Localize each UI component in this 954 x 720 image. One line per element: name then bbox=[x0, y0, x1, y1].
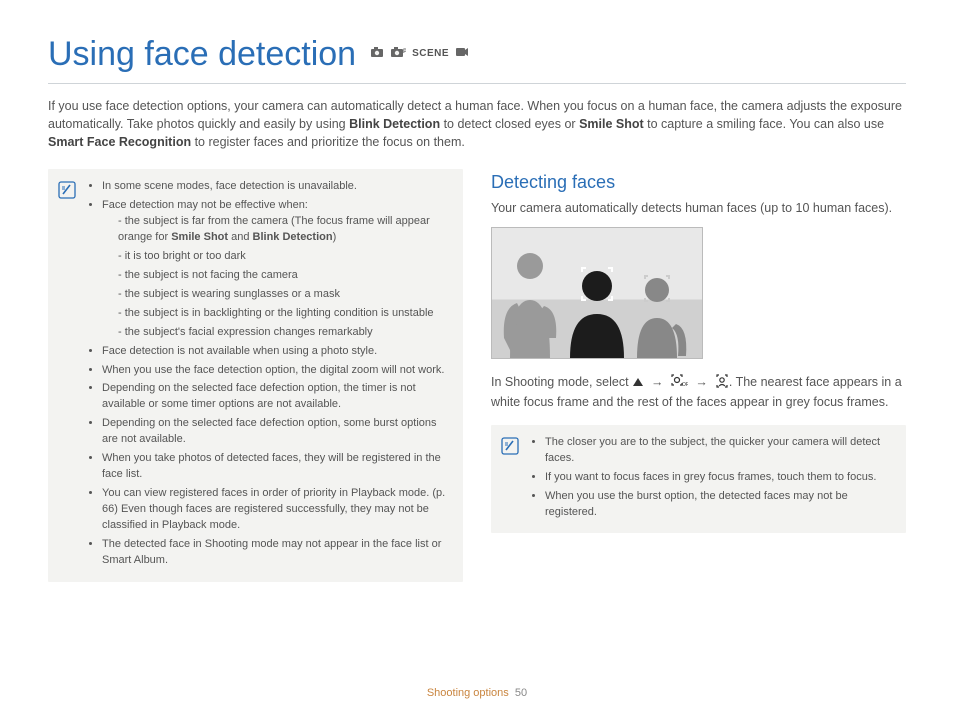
note-item: When you take photos of detected faces, … bbox=[102, 451, 449, 483]
scene-icon: SCENE bbox=[412, 47, 449, 62]
note-item: If you want to focus faces in grey focus… bbox=[545, 470, 892, 486]
note-subitem: the subject is in backlighting or the li… bbox=[118, 306, 449, 322]
note-item: When you use the burst option, the detec… bbox=[545, 489, 892, 521]
note-item: You can view registered faces in order o… bbox=[102, 486, 449, 534]
page-title: Using face detection P SCENE bbox=[48, 30, 906, 79]
mode-icons: P SCENE bbox=[370, 46, 469, 64]
right-note-content: The closer you are to the subject, the q… bbox=[529, 435, 892, 524]
note-subitem: the subject is not facing the camera bbox=[118, 268, 449, 284]
intro-paragraph: If you use face detection options, your … bbox=[48, 97, 906, 151]
note-item: Depending on the selected face defection… bbox=[102, 381, 449, 413]
note-subitem: the subject is far from the camera (The … bbox=[118, 214, 449, 246]
note-icon bbox=[501, 437, 519, 455]
footer-section: Shooting options bbox=[427, 687, 509, 699]
section-lead: Your camera automatically detects human … bbox=[491, 199, 906, 217]
video-icon bbox=[455, 46, 469, 64]
step-instruction: In Shooting mode, select → OFF → . The n… bbox=[491, 373, 906, 410]
note-item: Face detection may not be effective when… bbox=[102, 198, 449, 341]
camera-plus-icon: P bbox=[390, 46, 406, 64]
note-item: Face detection is not available when usi… bbox=[102, 344, 449, 360]
footer-page-number: 50 bbox=[515, 687, 527, 699]
page-footer: Shooting options 50 bbox=[0, 686, 954, 702]
camera-icon bbox=[370, 46, 384, 64]
note-item: The closer you are to the subject, the q… bbox=[545, 435, 892, 467]
left-note-content: In some scene modes, face detection is u… bbox=[86, 179, 449, 572]
note-subitem: the subject is wearing sunglasses or a m… bbox=[118, 287, 449, 303]
left-note-box: In some scene modes, face detection is u… bbox=[48, 169, 463, 582]
right-note-box: The closer you are to the subject, the q… bbox=[491, 425, 906, 534]
left-column: In some scene modes, face detection is u… bbox=[48, 169, 463, 582]
right-column: Detecting faces Your camera automaticall… bbox=[491, 169, 906, 582]
note-item: The detected face in Shooting mode may n… bbox=[102, 537, 449, 569]
face-detection-illustration bbox=[491, 227, 703, 359]
menu-up-icon bbox=[632, 374, 644, 392]
svg-text:OFF: OFF bbox=[682, 382, 688, 388]
svg-text:P: P bbox=[403, 49, 406, 55]
face-detect-icon bbox=[715, 374, 729, 393]
note-item: Depending on the selected face defection… bbox=[102, 416, 449, 448]
note-item: When you use the face detection option, … bbox=[102, 363, 449, 379]
note-item: In some scene modes, face detection is u… bbox=[102, 179, 449, 195]
title-rule bbox=[48, 83, 906, 84]
page-title-text: Using face detection bbox=[48, 30, 356, 79]
note-subitem: the subject's facial expression changes … bbox=[118, 325, 449, 341]
face-off-icon: OFF bbox=[670, 374, 688, 393]
note-icon bbox=[58, 181, 76, 199]
note-subitem: it is too bright or too dark bbox=[118, 249, 449, 265]
section-heading: Detecting faces bbox=[491, 169, 906, 195]
